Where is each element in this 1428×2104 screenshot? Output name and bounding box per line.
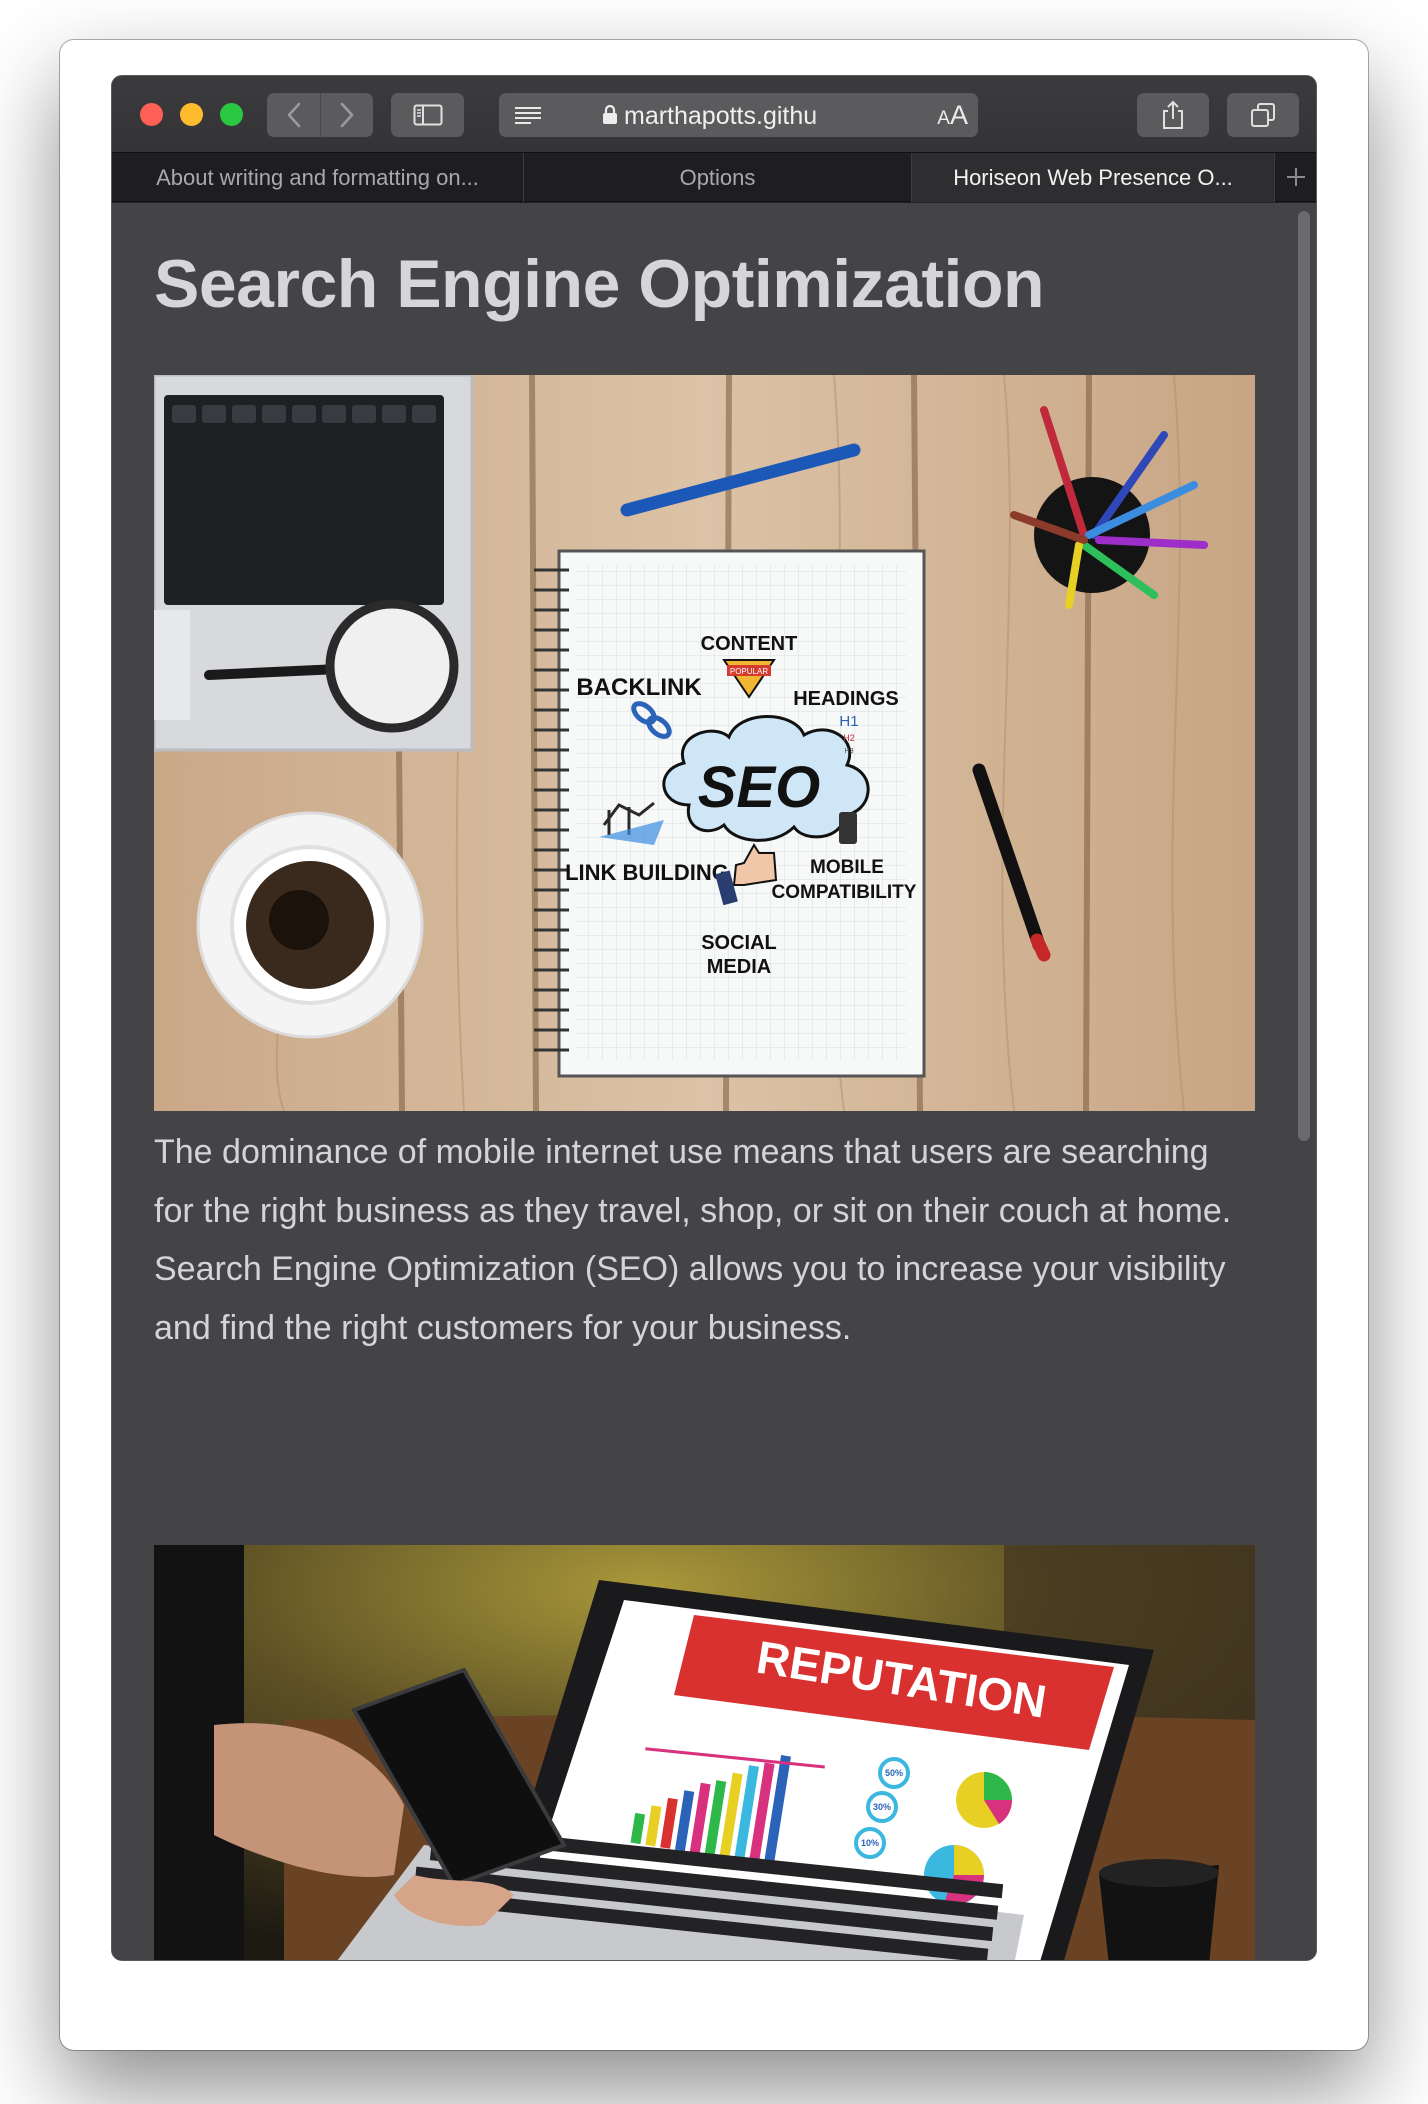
title-bar: marthapotts.githu AA [112,76,1316,152]
pct-10-label: 10% [861,1838,879,1848]
zoom-window-button[interactable] [220,103,243,126]
backlink-label: BACKLINK [576,674,702,701]
tab-about-writing[interactable]: About writing and formatting on... [112,153,524,202]
compatibility-label: COMPATIBILITY [772,882,917,903]
browser-window: marthapotts.githu AA About writing and f… [111,75,1317,1961]
chevron-left-icon [287,102,300,128]
headings-label: HEADINGS [793,688,899,710]
content-label: CONTENT [701,633,798,655]
forward-button[interactable] [320,93,373,137]
plus-icon [1286,168,1305,186]
popular-label: POPULAR [730,667,768,676]
social-label: SOCIAL [701,932,777,954]
pct-30-label: 30% [873,1802,891,1812]
chevron-right-icon [340,102,354,128]
minimize-window-button[interactable] [180,103,203,126]
close-window-button[interactable] [140,103,163,126]
h1-label: H1 [839,713,858,730]
seo-label: SEO [698,755,821,820]
link-building-label: LINK BUILDING [565,860,729,885]
tab-overview-button[interactable] [1227,93,1299,137]
reputation-image: REPUTATION 50% 30% 10% [154,1545,1255,1960]
media-label: MEDIA [707,956,771,978]
sidebar-toggle-button[interactable] [391,93,464,137]
nav-button-group [267,93,373,137]
mobile-label: MOBILE [810,857,884,878]
url-text: marthapotts.githu [624,102,818,130]
h2-label: H2 [843,733,855,743]
seo-image: SEO CONTENT POPULAR BACKLINK HEADINGS H1… [154,375,1255,1111]
lock-icon [602,104,618,130]
page-title: Search Engine Optimization [154,246,1045,322]
vertical-scrollbar[interactable] [1298,211,1310,1141]
address-bar[interactable]: marthapotts.githu AA [499,93,978,137]
tab-bar: About writing and formatting on... Optio… [112,152,1316,202]
new-tab-button[interactable] [1275,153,1316,201]
share-button[interactable] [1137,93,1209,137]
share-icon [1163,100,1183,129]
h3-label: H3 [845,748,854,755]
reader-view-icon[interactable] [513,103,543,132]
page-content: Search Engine Optimization SEO CONTENT P… [112,203,1316,1960]
sidebar-icon [413,104,442,126]
tab-options[interactable]: Options [524,153,912,202]
back-button[interactable] [267,93,320,137]
tab-overview-icon [1251,103,1275,127]
pct-50-label: 50% [885,1768,903,1778]
text-size-button[interactable]: AA [937,100,968,131]
intro-paragraph: The dominance of mobile internet use mea… [154,1133,1232,1347]
tab-horiseon-active[interactable]: Horiseon Web Presence O... [912,153,1275,202]
